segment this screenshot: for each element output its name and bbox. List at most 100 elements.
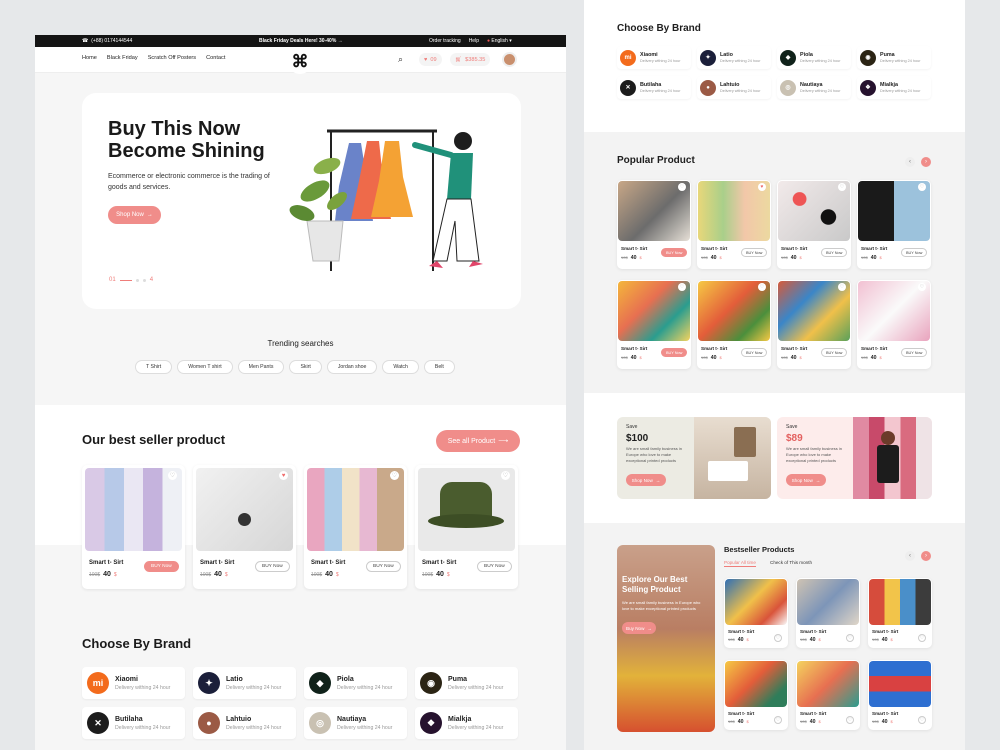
brand-card[interactable]: ◉ Puma Delivery withing 24 hour — [415, 667, 518, 699]
heart-icon[interactable]: ♡ — [918, 716, 926, 724]
buy-now-button[interactable]: Buy Now → — [622, 622, 656, 634]
brand-card[interactable]: ◉ Puma Delivery withing 24 hour — [857, 46, 931, 69]
product-card[interactable]: Smart t- Sirt 10$ 40 $ ♡ — [868, 660, 932, 730]
product-card[interactable]: Smart t- Sirt 10$ 40 $ ♡ — [796, 578, 860, 648]
heart-icon[interactable]: ♡ — [678, 283, 686, 291]
product-card[interactable]: ♡ Smart t- Sirt 10$ 40 $ BUY Now — [617, 180, 691, 269]
heart-icon[interactable]: ♡ — [501, 471, 510, 480]
brand-logo[interactable]: ⌘ — [288, 50, 312, 74]
next-arrow-icon[interactable]: › — [921, 551, 931, 561]
product-card[interactable]: ♡ Smart t- Sirt 100$ 40 $ BUY Now — [304, 465, 407, 589]
brand-card[interactable]: ✕ Butilaha Delivery withing 24 hour — [82, 707, 185, 739]
heart-icon[interactable]: ♡ — [678, 183, 686, 191]
slide-dot[interactable] — [142, 278, 146, 282]
product-image[interactable] — [869, 661, 931, 707]
product-card[interactable]: ♡ Smart t- Sirt 10$ 40 $ BUY Now — [777, 180, 851, 269]
brand-card[interactable]: ❖ Mialkja Delivery withing 24 hour — [857, 76, 931, 99]
heart-icon[interactable]: ♡ — [774, 634, 782, 642]
wishlist-button[interactable]: ♥ 09 — [419, 53, 442, 66]
promo-banner-text[interactable]: Black Friday Deals Here! 30-40% → — [259, 38, 343, 44]
help-link[interactable]: Help — [469, 38, 479, 44]
buy-now-button[interactable]: BUY Now — [366, 561, 401, 572]
promo-card[interactable]: Save $100 We are small family business i… — [617, 417, 771, 499]
language-selector[interactable]: ● English ▾ — [487, 38, 512, 44]
heart-icon[interactable]: ♡ — [918, 183, 926, 191]
buy-now-button[interactable]: BUY Now — [821, 348, 848, 357]
buy-now-button[interactable]: BUY Now — [477, 561, 512, 572]
promo-shop-now-button[interactable]: Shop Now → — [786, 474, 826, 486]
promo-card[interactable]: Save $89 We are small family business in… — [777, 417, 932, 499]
cart-button[interactable]: 🛒︎ $385.35 — [450, 53, 491, 66]
product-card[interactable]: ♡ Smart t- Sirt 100$ 40 $ BUY Now — [415, 465, 518, 589]
brand-card[interactable]: ◎ Nautiaya Delivery withing 24 hour — [304, 707, 407, 739]
product-card[interactable]: ♡ Smart t- Sirt 100$ 40 $ BUY Now — [82, 465, 185, 589]
heart-icon[interactable]: ♡ — [846, 634, 854, 642]
tab-popular-all-time[interactable]: Popular All time — [724, 560, 756, 567]
tab-this-month[interactable]: Check of This month — [770, 560, 812, 565]
slide-indicator-active[interactable] — [119, 279, 132, 281]
trending-chip[interactable]: Skirt — [289, 360, 322, 374]
nav-home[interactable]: Home — [82, 55, 97, 61]
nav-black-friday[interactable]: Black Friday — [107, 55, 138, 61]
trending-chip[interactable]: Jordan shoe — [326, 360, 378, 374]
heart-filled-icon[interactable]: ♥ — [758, 183, 766, 191]
buy-now-button[interactable]: BUY Now — [144, 561, 179, 572]
product-image[interactable] — [85, 468, 182, 551]
heart-icon[interactable]: ♡ — [838, 183, 846, 191]
shop-now-button[interactable]: Shop Now → — [108, 206, 161, 224]
product-image[interactable] — [797, 661, 859, 707]
brand-card[interactable]: ❖ Mialkja Delivery withing 24 hour — [415, 707, 518, 739]
buy-now-button[interactable]: BUY Now — [255, 561, 290, 572]
brand-card[interactable]: ● Lahtuio Delivery withing 24 hour — [697, 76, 771, 99]
product-card[interactable]: ♡ Smart t- Sirt 10$ 40 $ BUY Now — [617, 280, 691, 369]
prev-arrow-icon[interactable]: ‹ — [905, 551, 915, 561]
trending-chip[interactable]: Women T shirt — [177, 360, 233, 374]
heart-icon[interactable]: ♡ — [838, 283, 846, 291]
product-card[interactable]: ♥ Smart t- Sirt 10$ 40 $ BUY Now — [697, 180, 771, 269]
buy-now-button[interactable]: BUY Now — [661, 348, 688, 357]
product-image[interactable] — [725, 579, 787, 625]
nav-contact[interactable]: Contact — [206, 55, 225, 61]
brand-card[interactable]: ◆ Piola Delivery withing 24 hour — [304, 667, 407, 699]
see-all-products-button[interactable]: See all Product ⟶ — [436, 430, 520, 452]
heart-icon[interactable]: ♡ — [168, 471, 177, 480]
product-image[interactable] — [869, 579, 931, 625]
brand-card[interactable]: mi Xiaomi Delivery withing 24 hour — [617, 46, 691, 69]
product-image[interactable] — [196, 468, 293, 551]
brand-card[interactable]: ◎ Nautiaya Delivery withing 24 hour — [777, 76, 851, 99]
product-image[interactable] — [797, 579, 859, 625]
next-arrow-icon[interactable]: › — [921, 157, 931, 167]
phone-contact[interactable]: ☎ (+88) 0174144544 — [82, 38, 132, 44]
brand-card[interactable]: ✕ Butilaha Delivery withing 24 hour — [617, 76, 691, 99]
trending-chip[interactable]: Men Pants — [237, 360, 285, 374]
order-tracking-link[interactable]: Order tracking — [429, 38, 461, 44]
product-image[interactable] — [418, 468, 515, 551]
heart-icon[interactable]: ♡ — [390, 471, 399, 480]
heart-icon[interactable]: ♡ — [774, 716, 782, 724]
avatar[interactable] — [502, 52, 517, 67]
buy-now-button[interactable]: BUY Now — [821, 248, 848, 257]
buy-now-button[interactable]: BUY Now — [901, 348, 928, 357]
product-card[interactable]: ♡ Smart t- Sirt 10$ 40 $ BUY Now — [697, 280, 771, 369]
heart-icon[interactable]: ♡ — [918, 283, 926, 291]
prev-arrow-icon[interactable]: ‹ — [905, 157, 915, 167]
product-image[interactable] — [725, 661, 787, 707]
buy-now-button[interactable]: BUY Now — [741, 248, 768, 257]
promo-shop-now-button[interactable]: Shop Now → — [626, 474, 666, 486]
product-card[interactable]: ♥ Smart t- Sirt 100$ 40 $ BUY Now — [193, 465, 296, 589]
product-card[interactable]: ♡ Smart t- Sirt 10$ 40 $ BUY Now — [777, 280, 851, 369]
brand-card[interactable]: ✦ Latio Delivery withing 24 hour — [697, 46, 771, 69]
slide-dot[interactable] — [135, 278, 139, 282]
brand-card[interactable]: ◆ Piola Delivery withing 24 hour — [777, 46, 851, 69]
product-image[interactable] — [307, 468, 404, 551]
brand-card[interactable]: ● Lahtuio Delivery withing 24 hour — [193, 707, 296, 739]
trending-chip[interactable]: Watch — [382, 360, 419, 374]
product-card[interactable]: Smart t- Sirt 10$ 40 $ ♡ — [724, 660, 788, 730]
product-card[interactable]: Smart t- Sirt 10$ 40 $ ♡ — [724, 578, 788, 648]
brand-card[interactable]: ✦ Latio Delivery withing 24 hour — [193, 667, 296, 699]
nav-scratch-off-posters[interactable]: Scratch Off Posters — [148, 55, 196, 61]
search-icon[interactable]: ⌕ — [398, 54, 403, 65]
trending-chip[interactable]: Belt — [423, 360, 455, 374]
heart-icon[interactable]: ♡ — [846, 716, 854, 724]
buy-now-button[interactable]: BUY Now — [661, 248, 688, 257]
